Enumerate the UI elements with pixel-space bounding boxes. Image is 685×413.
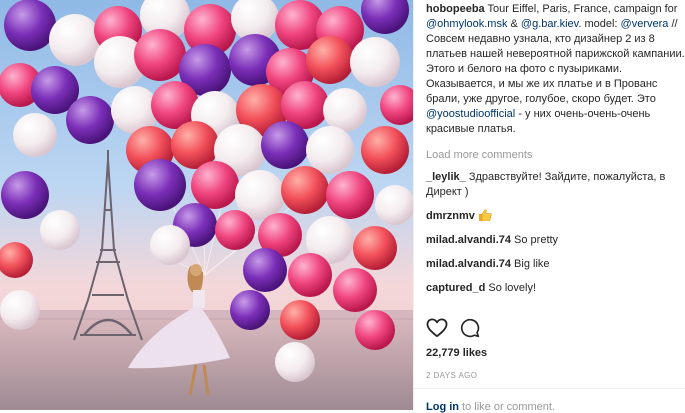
comment-item: milad.alvandi.74 Big like — [426, 257, 685, 272]
comment-item: _leylik_ Здравствуйте! Зайдите, пожалуйс… — [426, 170, 685, 200]
comment-username[interactable]: dmrznmv — [426, 210, 475, 222]
author-username[interactable]: hobopeeba — [426, 3, 485, 15]
comment-username[interactable]: captured_d — [426, 282, 485, 294]
mention-link[interactable]: @g.bar.kiev — [521, 18, 578, 30]
thumbs-up-icon — [478, 209, 492, 221]
comments-panel: hobopeeba Tour Eiffel, Paris, France, ca… — [414, 0, 685, 410]
comment-item: milad.alvandi.74 So pretty — [426, 233, 685, 248]
post-caption: hobopeeba Tour Eiffel, Paris, France, ca… — [426, 2, 685, 137]
caption-text: & — [507, 18, 521, 30]
action-bar — [426, 318, 676, 342]
mention-link[interactable]: @ohmylook.msk — [426, 18, 507, 30]
caption-text: Tour Eiffel, Paris, France, campaign for — [484, 3, 678, 15]
comment-item: captured_d So lovely! — [426, 281, 685, 296]
comment-list: hobopeeba Tour Eiffel, Paris, France, ca… — [426, 0, 685, 305]
post-photo[interactable] — [0, 0, 413, 410]
login-prompt: Log in to like or comment. — [426, 401, 555, 413]
login-prompt-text: to like or comment. — [459, 401, 555, 413]
heart-outline-icon[interactable] — [426, 318, 448, 338]
comment-username[interactable]: _leylik_ — [426, 171, 466, 183]
post-age: 2 DAYS AGO — [426, 371, 478, 380]
comment-username[interactable]: milad.alvandi.74 — [426, 258, 511, 270]
caption-text: // Совсем недавно узнала, кто дизайнер 2… — [426, 18, 685, 105]
mention-link[interactable]: @ververa — [621, 18, 669, 30]
login-link[interactable]: Log in — [426, 401, 459, 413]
mention-link[interactable]: @yoostudioofficial — [426, 108, 515, 120]
comment-item: dmrznmv — [426, 209, 685, 224]
comment-text: Big like — [510, 258, 550, 270]
comment-username[interactable]: milad.alvandi.74 — [426, 234, 511, 246]
eiffel-balloons-photo — [0, 0, 413, 410]
caption-text: . model: — [578, 18, 621, 30]
comment-text: So lovely! — [485, 282, 537, 294]
footer-divider — [414, 388, 685, 389]
load-more-comments-link[interactable]: Load more comments — [426, 148, 685, 163]
likes-count[interactable]: 22,779 likes — [426, 347, 487, 359]
speech-bubble-icon[interactable] — [460, 318, 480, 338]
comment-text: So pretty — [510, 234, 559, 246]
